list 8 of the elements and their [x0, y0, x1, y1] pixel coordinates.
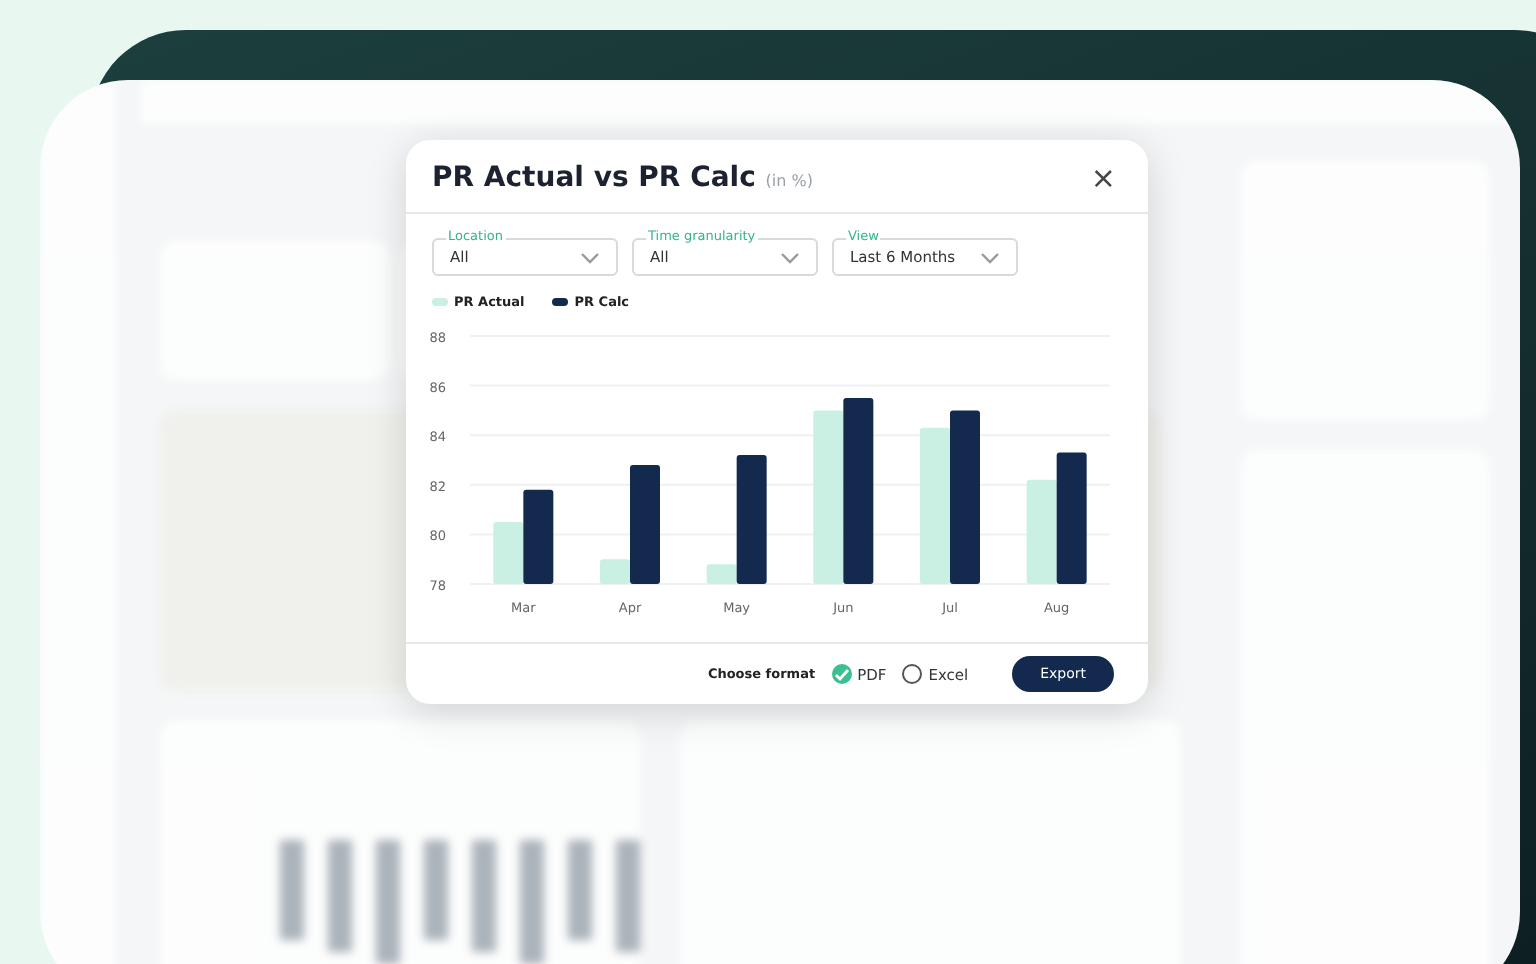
bar [1026, 479, 1057, 584]
bar [1056, 452, 1087, 584]
chevron-down-icon [980, 251, 1000, 263]
close-button[interactable]: × [1082, 160, 1124, 196]
check-icon [833, 667, 850, 681]
chevron-down-icon [780, 251, 800, 263]
chevron-down-icon [580, 251, 600, 263]
dialog-title: PR Actual vs PR Calc (in %) [432, 162, 813, 194]
